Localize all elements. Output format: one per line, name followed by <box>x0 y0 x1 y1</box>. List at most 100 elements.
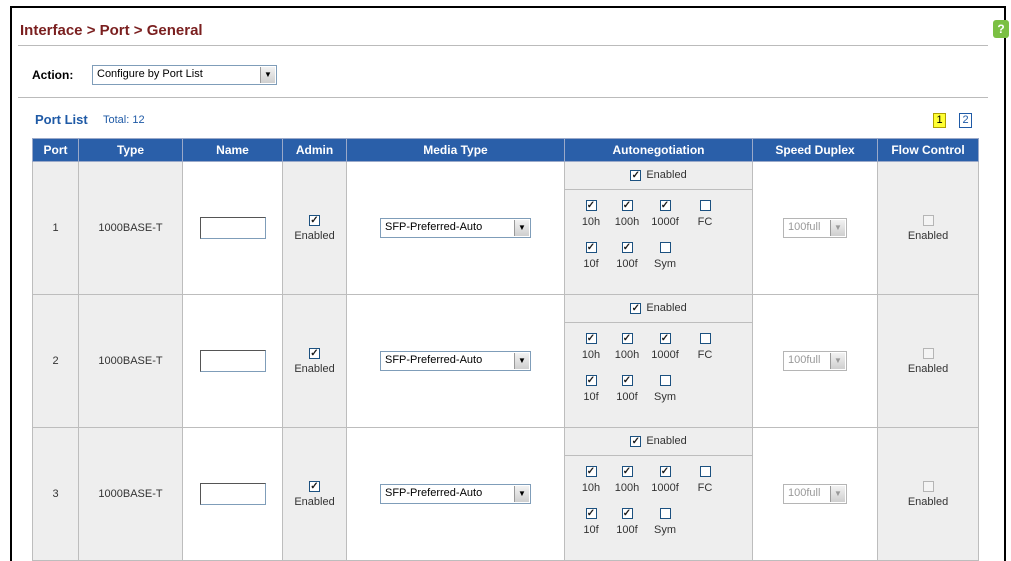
col-header-speed-duplex: Speed Duplex <box>752 138 878 162</box>
autoneg-1000f-checkbox[interactable]: ✓ <box>659 466 671 477</box>
autoneg-10h-checkbox[interactable]: ✓ <box>585 333 597 344</box>
autoneg-enabled-label: Enabled <box>646 169 687 181</box>
type-cell: 1000BASE-T <box>78 161 183 295</box>
autoneg-100f-label: 100f <box>616 524 638 536</box>
flow-control-checkbox[interactable] <box>922 480 934 492</box>
flow-control-checkbox[interactable] <box>922 214 934 226</box>
port-type: 1000BASE-T <box>98 222 163 234</box>
help-icon[interactable]: ? <box>993 20 1009 38</box>
page-link-1[interactable]: 1 <box>933 113 946 128</box>
autoneg-options: ✓ 10h ✓ 100h ✓ 1000f FC ✓ 10f ✓ 100f Sym <box>565 323 752 427</box>
autoneg-option-10h: ✓ 10h <box>573 333 609 361</box>
autoneg-option-10h: ✓ 10h <box>573 200 609 228</box>
autoneg-1000f-checkbox[interactable]: ✓ <box>659 333 671 344</box>
autoneg-100f-checkbox[interactable]: ✓ <box>621 242 633 253</box>
flow-control-checkbox[interactable] <box>922 347 934 359</box>
autoneg-option-1000f: ✓ 1000f <box>647 200 683 228</box>
divider <box>18 45 988 46</box>
autoneg-sym-label: Sym <box>654 258 676 270</box>
flow-control-cell: Enabled <box>877 427 979 561</box>
col-header-autonegotiation: Autonegotiation <box>564 138 753 162</box>
autoneg-100h-label: 100h <box>614 216 640 228</box>
autoneg-enabled: ✓ Enabled <box>565 295 752 323</box>
port-number: 1 <box>52 222 59 234</box>
table-row: 1 1000BASE-T ✓ Enabled SFP-Preferred-Aut… <box>32 161 979 295</box>
autoneg-enabled: ✓ Enabled <box>565 428 752 456</box>
autoneg-100h-checkbox[interactable]: ✓ <box>621 333 633 344</box>
autoneg-100h-checkbox[interactable]: ✓ <box>621 200 633 211</box>
autoneg-sym-checkbox[interactable] <box>659 242 671 253</box>
autoneg-10h-checkbox[interactable]: ✓ <box>585 200 597 211</box>
autoneg-100h-checkbox[interactable]: ✓ <box>621 466 633 477</box>
media-type-select[interactable]: SFP-Preferred-Auto ▼ <box>380 218 531 238</box>
media-type-cell: SFP-Preferred-Auto ▼ <box>346 294 565 428</box>
admin-checkbox[interactable]: ✓ <box>309 347 320 359</box>
action-label: Action: <box>32 68 74 82</box>
autoneg-10f-checkbox[interactable]: ✓ <box>585 242 597 253</box>
autoneg-10f-label: 10f <box>583 258 599 270</box>
page-link-2[interactable]: 2 <box>959 113 972 128</box>
name-input[interactable] <box>199 350 266 372</box>
name-input[interactable] <box>199 483 266 505</box>
autoneg-fc-checkbox[interactable] <box>699 466 711 477</box>
autoneg-10h-checkbox[interactable]: ✓ <box>585 466 597 477</box>
autoneg-100f-checkbox[interactable]: ✓ <box>621 375 633 386</box>
autoneg-10f-checkbox[interactable]: ✓ <box>585 508 597 519</box>
divider <box>18 97 988 98</box>
type-cell: 1000BASE-T <box>78 294 183 428</box>
col-header-name: Name <box>182 138 283 162</box>
admin-label: Enabled <box>294 230 335 242</box>
port-type: 1000BASE-T <box>98 355 163 367</box>
autoneg-100f-checkbox[interactable]: ✓ <box>621 508 633 519</box>
autoneg-options: ✓ 10h ✓ 100h ✓ 1000f FC ✓ 10f ✓ 100f Sym <box>565 456 752 560</box>
port-cell: 1 <box>32 161 79 295</box>
autoneg-sym-label: Sym <box>654 524 676 536</box>
flow-control-cell: Enabled <box>877 161 979 295</box>
autoneg-option-10h: ✓ 10h <box>573 466 609 494</box>
autoneg-sym-checkbox[interactable] <box>659 375 671 386</box>
autoneg-option-10f: ✓ 10f <box>573 375 609 403</box>
admin-cell: ✓ Enabled <box>282 294 347 428</box>
autoneg-option-100h: ✓ 100h <box>609 200 645 228</box>
autoneg-option-fc: FC <box>687 466 723 494</box>
autoneg-10f-checkbox[interactable]: ✓ <box>585 375 597 386</box>
autoneg-enabled-checkbox[interactable]: ✓ <box>630 435 642 447</box>
media-type-value: SFP-Preferred-Auto <box>385 487 483 499</box>
name-input[interactable] <box>199 217 266 239</box>
admin-checkbox[interactable]: ✓ <box>309 480 320 492</box>
autoneg-10h-label: 10h <box>581 482 601 494</box>
speed-duplex-select[interactable]: 100full ▼ <box>783 484 847 504</box>
speed-duplex-select[interactable]: 100full ▼ <box>783 351 847 371</box>
autoneg-enabled-checkbox[interactable]: ✓ <box>630 302 642 314</box>
port-cell: 3 <box>32 427 79 561</box>
autoneg-fc-checkbox[interactable] <box>699 200 711 211</box>
autoneg-1000f-checkbox[interactable]: ✓ <box>659 200 671 211</box>
port-list-total: Total: 12 <box>103 114 145 126</box>
speed-duplex-select[interactable]: 100full ▼ <box>783 218 847 238</box>
autoneg-sym-checkbox[interactable] <box>659 508 671 519</box>
speed-duplex-cell: 100full ▼ <box>752 427 878 561</box>
media-type-select[interactable]: SFP-Preferred-Auto ▼ <box>380 484 531 504</box>
admin-label: Enabled <box>294 496 335 508</box>
action-select-value: Configure by Port List <box>97 68 203 80</box>
col-header-flow-control: Flow Control <box>877 138 979 162</box>
autoneg-option-sym: Sym <box>647 508 683 536</box>
col-header-type: Type <box>78 138 183 162</box>
action-select[interactable]: Configure by Port List ▼ <box>92 65 277 85</box>
autoneg-100f-label: 100f <box>616 391 638 403</box>
media-type-select[interactable]: SFP-Preferred-Auto ▼ <box>380 351 531 371</box>
autoneg-fc-checkbox[interactable] <box>699 333 711 344</box>
autoneg-option-1000f: ✓ 1000f <box>647 333 683 361</box>
autoneg-enabled-checkbox[interactable]: ✓ <box>630 169 642 181</box>
chevron-down-icon: ▼ <box>830 486 845 502</box>
chevron-down-icon: ▼ <box>830 353 845 369</box>
chevron-down-icon: ▼ <box>514 220 529 236</box>
admin-checkbox[interactable]: ✓ <box>309 214 320 226</box>
autoneg-option-100f: ✓ 100f <box>609 375 645 403</box>
autoneg-option-100h: ✓ 100h <box>609 466 645 494</box>
speed-duplex-value: 100full <box>788 221 821 233</box>
autoneg-option-sym: Sym <box>647 242 683 270</box>
autoneg-enabled: ✓ Enabled <box>565 162 752 190</box>
autoneg-fc-label: FC <box>697 216 713 228</box>
autoneg-option-10f: ✓ 10f <box>573 508 609 536</box>
